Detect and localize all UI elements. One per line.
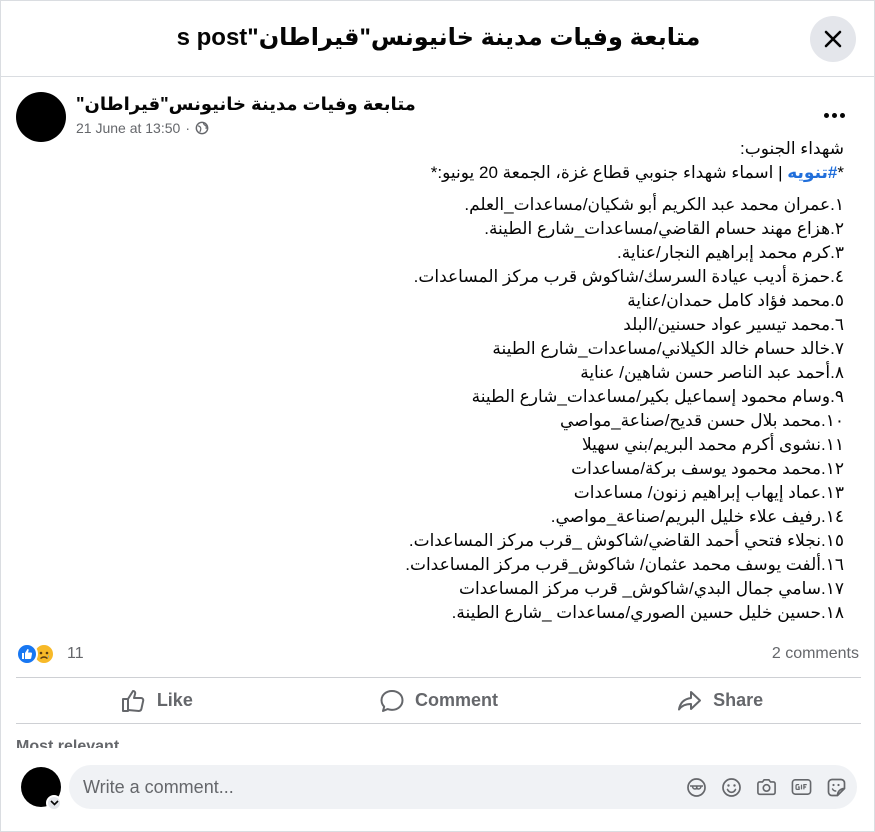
comment-composer bbox=[69, 765, 857, 809]
close-button[interactable] bbox=[810, 16, 856, 62]
list-item: ٢.هزاع مهند حسام القاضي/مساعدات_شارع الط… bbox=[484, 219, 844, 238]
list-item: ٧.خالد حسام خالد الكيلاني/مساعدات_شارع ا… bbox=[492, 339, 844, 358]
share-button[interactable]: Share bbox=[579, 678, 861, 723]
avatar-sticker-icon[interactable] bbox=[686, 775, 707, 799]
globe-icon bbox=[195, 121, 209, 135]
post-body: شهداء الجنوب: *#تنويه | اسماء شهداء جنوب… bbox=[54, 137, 844, 625]
like-button[interactable]: Like bbox=[16, 678, 298, 723]
comment-label: Comment bbox=[415, 690, 499, 710]
dot bbox=[831, 112, 837, 118]
composer-toolbar bbox=[686, 775, 847, 799]
list-item: ٥.محمد فؤاد كامل حمدان/عناية bbox=[627, 291, 844, 310]
post-options-button[interactable] bbox=[816, 101, 852, 129]
list-item: ٨.أحمد عبد الناصر حسن شاهين/ عناية bbox=[580, 363, 844, 382]
post-dialog: s post"متابعة وفيات مدينة خانيونس"قيراطا… bbox=[0, 0, 875, 832]
list-item: ١٧.سامي جمال البدي/شاكوش_ قرب مركز المسا… bbox=[458, 579, 844, 598]
reaction-count: 11 bbox=[67, 645, 84, 662]
list-item: ١٢.محمد محمود يوسف بركة/مساعدات bbox=[571, 459, 844, 478]
dot bbox=[823, 112, 829, 118]
divider bbox=[16, 723, 861, 724]
profile-switch-button[interactable] bbox=[46, 795, 62, 811]
list-item: ٩.وسام محمود إسماعيل بكير/مساعدات_شارع ا… bbox=[471, 387, 844, 406]
like-label: Like bbox=[156, 690, 193, 710]
author-avatar[interactable] bbox=[16, 92, 66, 142]
dialog-header: s post"متابعة وفيات مدينة خانيونس"قيراطا… bbox=[1, 1, 875, 77]
share-label: Share bbox=[713, 690, 764, 710]
post-intro: *#تنويه | اسماء شهداء جنوبي قطاع غزة، ال… bbox=[54, 161, 844, 185]
thumbs-up-icon bbox=[121, 689, 145, 712]
close-icon bbox=[824, 30, 842, 48]
list-item: ١٠.محمد بلال حسن قديح/صناعة_مواصي bbox=[560, 411, 844, 430]
comments-count-link[interactable]: 2 comments bbox=[772, 645, 859, 663]
emoji-icon[interactable] bbox=[721, 775, 742, 799]
chevron-down-icon bbox=[49, 800, 59, 806]
list-item: ٦.محمد تيسير عواد حسنين/البلد bbox=[623, 315, 844, 334]
author-name[interactable]: "متابعة وفيات مدينة خانيونس"قيراطان bbox=[76, 94, 416, 115]
list-item: ٤.حمزة أديب عيادة السرسك/شاكوش قرب مركز … bbox=[413, 267, 844, 286]
reaction-summary[interactable]: 11 bbox=[16, 643, 84, 665]
intro-text: | اسماء شهداء جنوبي قطاع غزة، الجمعة 20 … bbox=[430, 163, 788, 182]
comments-sort-label[interactable]: Most relevant bbox=[16, 738, 119, 748]
comment-input[interactable] bbox=[83, 765, 643, 809]
like-icon bbox=[16, 643, 38, 665]
list-item: ١١.نشوى أكرم محمد البريم/بني سهيلا bbox=[582, 435, 844, 454]
list-item: ٣.كرم محمد إبراهيم النجار/عناية. bbox=[617, 243, 844, 262]
list-item: ١٤.رفيف علاء خليل البريم/صناعة_مواصي. bbox=[550, 507, 844, 526]
dot bbox=[839, 112, 845, 118]
list-item: ١.عمران محمد عبد الكريم أبو شكيان/مساعدا… bbox=[464, 195, 844, 214]
dialog-title: s post"متابعة وفيات مدينة خانيونس"قيراطا… bbox=[176, 24, 701, 51]
share-arrow-icon bbox=[678, 690, 702, 710]
list-item: ١٨.حسين خليل حسين الصوري/مساعدات _شارع ا… bbox=[451, 603, 844, 622]
post-date[interactable]: 21 June at 13:50 bbox=[76, 120, 180, 136]
action-bar: Like Comment Share bbox=[16, 678, 861, 723]
intro-prefix: * bbox=[837, 163, 844, 182]
post-heading: شهداء الجنوب: bbox=[740, 139, 844, 158]
list-item: ١٥.نجلاء فتحي أحمد القاضي/شاكوش _قرب مرك… bbox=[408, 531, 844, 550]
hashtag-link[interactable]: #تنويه bbox=[787, 163, 837, 182]
list-item: ١٦.ألفت يوسف محمد عثمان/ شاكوش_قرب مركز … bbox=[405, 555, 844, 574]
post-meta: 21 June at 13:50 · bbox=[76, 120, 209, 136]
comment-button[interactable]: Comment bbox=[298, 678, 580, 723]
sticker-icon[interactable] bbox=[826, 775, 847, 799]
comment-bubble-icon bbox=[380, 689, 404, 712]
meta-separator: · bbox=[185, 120, 190, 136]
list-item: ١٣.عماد إيهاب إبراهيم زنون/ مساعدات bbox=[573, 483, 844, 502]
camera-icon[interactable] bbox=[756, 775, 777, 799]
gif-icon[interactable] bbox=[791, 775, 812, 799]
